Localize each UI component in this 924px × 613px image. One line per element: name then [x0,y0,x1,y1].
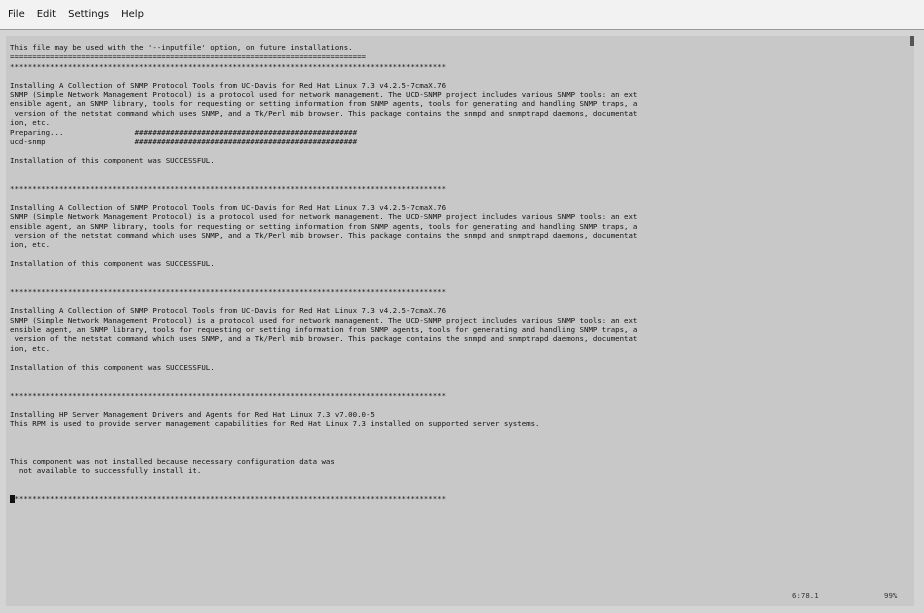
terminal-line: This component was not installed because… [10,456,335,466]
terminal-line: Installing HP Server Management Drivers … [10,409,375,419]
terminal-line: Installing A Collection of SNMP Protocol… [10,202,447,212]
terminal-line: Installing A Collection of SNMP Protocol… [10,80,447,90]
terminal-line: ensible agent, an SNMP library, tools fo… [10,221,638,231]
scrollbar-indicator[interactable] [910,36,914,46]
cursor-position-readout: 6:78.1 [792,591,819,600]
terminal-line: version of the netstat command which use… [10,108,638,118]
menu-bar: File Edit Settings Help [0,0,924,30]
terminal-line: ucd-snmp ###############################… [10,137,358,146]
terminal-line: Preparing... ###########################… [10,127,358,137]
terminal-line: not available to successfully install it… [10,466,202,475]
terminal-line: Installing A Collection of SNMP Protocol… [10,306,447,316]
terminal-line: ensible agent, an SNMP library, tools fo… [10,325,638,334]
terminal-line: SNMP (Simple Network Management Protocol… [10,315,638,325]
terminal-line: ****************************************… [10,390,447,400]
menu-help[interactable]: Help [121,9,144,20]
terminal-line: Installation of this component was SUCCE… [10,259,215,269]
terminal-line: ****************************************… [10,184,447,193]
terminal-line: SNMP (Simple Network Management Protocol… [10,212,638,222]
terminal-window: File Edit Settings Help 6:78.1 99% This … [0,0,924,613]
terminal-line: ========================================… [10,52,366,62]
terminal-line: version of the netstat command which use… [10,231,638,240]
terminal-line: Installation of this component was SUCCE… [10,155,215,165]
terminal-line: ion, etc. [10,343,51,353]
terminal-line: ion, etc. [10,118,51,128]
terminal-line: This file may be used with the '--inputf… [10,43,353,52]
terminal-line: This RPM is used to provide server manag… [10,419,540,428]
terminal-output[interactable]: 6:78.1 99% This file may be used with th… [6,36,914,606]
terminal-line: Installation of this component was SUCCE… [10,362,215,372]
terminal-line: version of the netstat command which use… [10,334,638,344]
terminal-line: ion, etc. [10,240,51,250]
menu-edit[interactable]: Edit [37,9,56,20]
terminal-line: ****************************************… [10,494,447,504]
terminal-line: ****************************************… [10,61,447,71]
terminal-line: ensible agent, an SNMP library, tools fo… [10,99,638,109]
terminal-line: ****************************************… [10,287,447,297]
scroll-percent-readout: 99% [884,591,898,600]
menu-file[interactable]: File [8,9,25,20]
menu-settings[interactable]: Settings [68,9,109,20]
terminal-line: SNMP (Simple Network Management Protocol… [10,90,638,99]
